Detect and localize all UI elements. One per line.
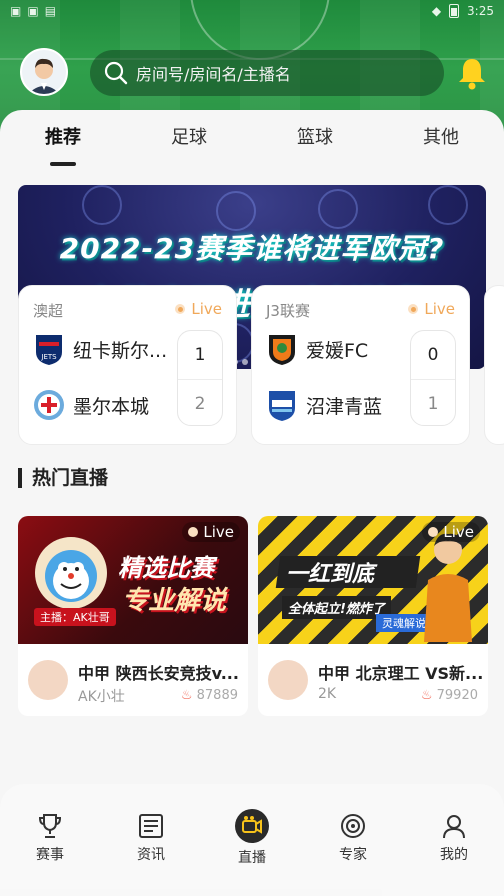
away-score: 1 (411, 379, 455, 427)
anchor-avatar (268, 660, 308, 700)
home-team-name: 爱媛FC (306, 339, 369, 362)
status-icons: ▣ ▣ ▤ (10, 4, 57, 18)
away-score: 2 (178, 379, 222, 427)
tab-football[interactable]: 足球 (149, 110, 229, 172)
match-card-peek[interactable] (484, 285, 504, 445)
nav-item-news[interactable]: 资讯 (111, 812, 191, 864)
svg-text:JETS: JETS (40, 353, 57, 361)
league-name: 澳超 (33, 302, 64, 320)
nav-item-events[interactable]: 赛事 (10, 812, 90, 864)
heat-count: ♨ 79920 (420, 688, 478, 703)
live-title: 中甲 陕西长安竞技v... (78, 664, 239, 683)
team-logo-icon (34, 390, 64, 420)
thumb-caption: 专业解说 (122, 586, 227, 616)
live-title: 中甲 北京理工 VS新... (318, 664, 482, 683)
live-card[interactable]: 一红到底 全体起立!燃炸了 灵魂解说 Live 中甲 北京理工 VS新... 2… (258, 516, 488, 716)
match-card[interactable]: J3联赛 Live 爱媛FC 沼津青蓝 0 1 (251, 285, 470, 445)
away-team-name: 沼津青蓝 (306, 395, 383, 418)
live-thumbnail: 主播：AK壮哥 精选比赛 专业解说 Live (18, 516, 248, 644)
match-card[interactable]: 澳超 Live JETS 纽卡斯尔... 墨尔本城 1 2 (18, 285, 237, 445)
nav-label: 直播 (238, 850, 266, 866)
search-placeholder: 房间号/房间名/主播名 (136, 65, 291, 84)
flame-icon: ♨ (420, 688, 433, 703)
home-score: 0 (427, 345, 439, 365)
live-camera-icon (235, 809, 269, 843)
score-box: 1 2 (177, 330, 223, 426)
anchor-name: 2K (318, 686, 337, 702)
nav-label: 我的 (440, 847, 468, 863)
flame-icon: ♨ (180, 688, 193, 703)
live-dot-icon (408, 304, 419, 314)
thumb-caption: 全体起立!燃炸了 (282, 596, 391, 619)
league-name: J3联赛 (266, 302, 310, 320)
away-team: 沼津青蓝 (266, 388, 382, 422)
cartoon-cat-icon (35, 537, 107, 609)
away-team: 墨尔本城 (33, 388, 149, 422)
home-score: 1 (194, 345, 206, 365)
live-badge: Live (182, 522, 240, 542)
search-bar[interactable]: 房间号/房间名/主播名 (90, 50, 444, 96)
home-team-name: 纽卡斯尔... (73, 339, 168, 362)
tab-other[interactable]: 其他 (401, 110, 481, 172)
home-team: JETS 纽卡斯尔... (33, 332, 167, 366)
club-badge-icon (82, 185, 122, 225)
live-thumbnail: 一红到底 全体起立!燃炸了 灵魂解说 Live (258, 516, 488, 644)
main-panel: 推荐 足球 篮球 其他 2022-23赛季谁将进军欧冠? 各路豪强进入冲刺阶段 (0, 110, 504, 896)
search-icon (104, 61, 128, 85)
team-logo-icon (269, 335, 295, 365)
match-status: Live (191, 300, 222, 318)
bell-icon[interactable] (456, 56, 488, 90)
nav-label: 专家 (339, 847, 367, 863)
away-team-name: 墨尔本城 (73, 395, 150, 418)
live-badge-label: Live (203, 523, 234, 541)
status-bar: ▣ ▣ ▤ ◆ 3:25 (0, 0, 504, 22)
section-title: 热门直播 (18, 468, 108, 488)
battery-icon (449, 4, 460, 18)
tab-recommend[interactable]: 推荐 (23, 110, 103, 172)
live-dot-icon (175, 304, 186, 314)
anchor-tag: 主播：AK壮哥 (34, 608, 116, 626)
thumb-caption: 精选比赛 (118, 554, 214, 582)
target-icon (341, 814, 365, 838)
live-dot-icon (428, 527, 439, 537)
live-badge: Live (422, 522, 480, 542)
anchor-avatar (28, 660, 68, 700)
match-status: Live (424, 300, 455, 318)
club-badge-icon (428, 185, 468, 225)
user-icon (443, 815, 465, 839)
team-logo-icon (269, 391, 295, 421)
nav-item-live[interactable]: 直播 (212, 809, 292, 867)
banner-headline: 2022-23赛季谁将进军欧冠? (59, 232, 445, 265)
live-badge-label: Live (443, 523, 474, 541)
nav-label: 赛事 (36, 847, 64, 863)
club-badge-icon (216, 191, 256, 231)
trophy-icon (38, 814, 62, 838)
thumb-caption: 一红到底 (286, 562, 375, 587)
score-box: 0 1 (410, 330, 456, 426)
home-team: 爱媛FC (266, 332, 368, 366)
nav-item-profile[interactable]: 我的 (414, 812, 494, 864)
team-logo-icon: JETS (36, 335, 62, 365)
user-avatar[interactable] (20, 48, 68, 96)
status-time: 3:25 (467, 4, 494, 18)
news-icon (139, 814, 163, 838)
tab-basketball[interactable]: 篮球 (275, 110, 355, 172)
heat-count: ♨ 87889 (180, 688, 238, 703)
club-badge-icon (318, 189, 358, 229)
live-card[interactable]: 主播：AK壮哥 精选比赛 专业解说 Live 中甲 陕西长安竞技v... AK小… (18, 516, 248, 716)
nav-label: 资讯 (137, 847, 165, 863)
anchor-name: AK小壮 (78, 689, 125, 705)
live-dot-icon (188, 527, 199, 537)
wifi-icon: ◆ (431, 4, 442, 18)
category-tabs: 推荐 足球 篮球 其他 (0, 110, 504, 172)
nav-item-experts[interactable]: 专家 (313, 812, 393, 864)
